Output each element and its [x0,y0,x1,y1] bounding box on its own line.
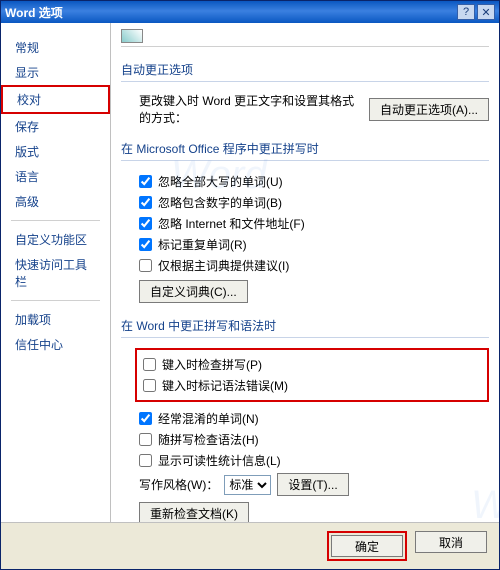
highlight-box-spellcheck: 键入时检查拼写(P) 键入时标记语法错误(M) [135,348,489,402]
word-options-dialog: Word 选项 ? ✕ 常规 显示 校对 保存 版式 语言 高级 自定义功能区 … [0,0,500,570]
sidebar-item-proofing[interactable]: 校对 [1,85,110,114]
sidebar-item-trust-center[interactable]: 信任中心 [1,332,110,357]
close-button[interactable]: ✕ [477,4,495,20]
cb-flag-repeat[interactable] [139,238,152,251]
cb-ignore-internet[interactable] [139,217,152,230]
cb-main-dict-only[interactable] [139,259,152,272]
highlight-box-ok: 确定 [327,531,407,561]
sidebar-item-layout[interactable]: 版式 [1,139,110,164]
custom-dict-button[interactable]: 自定义词典(C)... [139,280,248,303]
writing-style-label: 写作风格(W)： [139,476,218,493]
sidebar-item-qat[interactable]: 快速访问工具栏 [1,252,110,294]
cb-grammar-with-spelling[interactable] [139,433,152,446]
ok-button[interactable]: 确定 [331,535,403,557]
autocorrect-options-button[interactable]: 自动更正选项(A)... [369,98,489,121]
section-office-spelling: 在 Microsoft Office 程序中更正拼写时 [121,140,489,161]
dialog-footer: 确定 取消 [1,522,499,569]
cb-ignore-numbers[interactable] [139,196,152,209]
sidebar-item-display[interactable]: 显示 [1,60,110,85]
help-button[interactable]: ? [457,4,475,20]
cb-ignore-uppercase[interactable] [139,175,152,188]
sidebar-item-language[interactable]: 语言 [1,164,110,189]
sidebar-item-general[interactable]: 常规 [1,35,110,60]
window-title: Word 选项 [5,4,63,21]
autocorrect-desc: 更改键入时 Word 更正文字和设置其格式的方式： [139,92,361,126]
content-panel: Word Word 自动更正选项 更改键入时 Word 更正文字和设置其格式的方… [111,23,499,522]
cb-mark-grammar-typing[interactable] [143,379,156,392]
recheck-doc-button[interactable]: 重新检查文档(K) [139,502,249,522]
titlebar: Word 选项 ? ✕ [1,1,499,23]
style-settings-button[interactable]: 设置(T)... [277,473,348,496]
writing-style-select[interactable]: 标准 [224,475,271,495]
section-word-spelling: 在 Word 中更正拼写和语法时 [121,317,489,338]
proofing-icon [121,29,143,43]
cb-readability[interactable] [139,454,152,467]
sidebar-item-customize-ribbon[interactable]: 自定义功能区 [1,227,110,252]
sidebar-item-addins[interactable]: 加载项 [1,307,110,332]
section-autocorrect: 自动更正选项 [121,61,489,82]
cancel-button[interactable]: 取消 [415,531,487,553]
sidebar-item-save[interactable]: 保存 [1,114,110,139]
cb-check-spelling-typing[interactable] [143,358,156,371]
cb-confused-words[interactable] [139,412,152,425]
category-sidebar: 常规 显示 校对 保存 版式 语言 高级 自定义功能区 快速访问工具栏 加载项 … [1,23,111,522]
sidebar-item-advanced[interactable]: 高级 [1,189,110,214]
